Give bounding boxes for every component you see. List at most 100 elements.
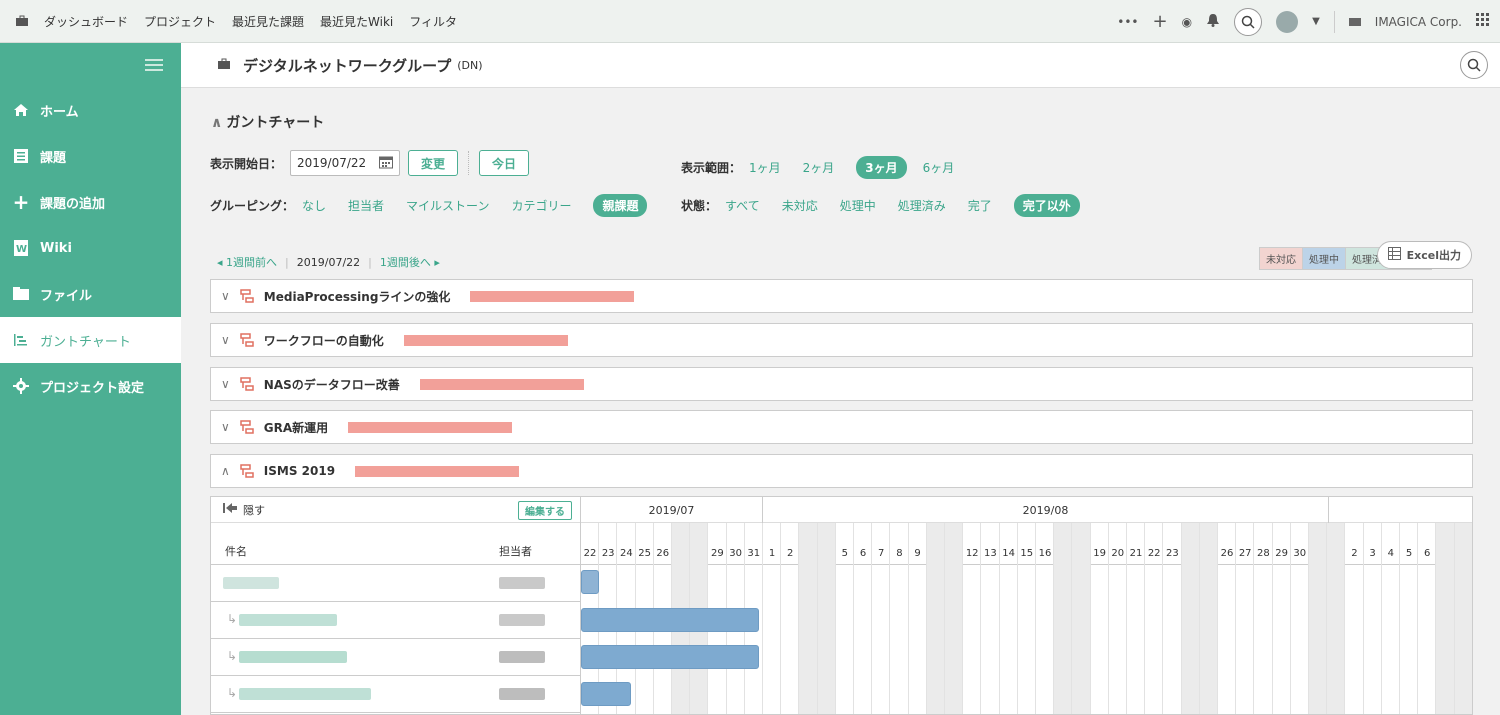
sidebar-item-files[interactable]: ファイル <box>0 271 181 317</box>
issue-title-redacted[interactable] <box>239 688 371 700</box>
day-column <box>799 523 818 714</box>
sidebar-item-gantt[interactable]: ガントチャート <box>0 317 181 363</box>
sidebar-item-label: プロジェクト設定 <box>40 380 145 396</box>
legend-open: 未対応 <box>1259 247 1303 270</box>
excel-export-button[interactable]: Excel出力 <box>1376 241 1472 269</box>
start-date-input[interactable]: 2019/07/22 <box>290 150 401 176</box>
grouping-assignee[interactable]: 担当者 <box>348 197 384 214</box>
gantt-bar[interactable] <box>581 570 599 594</box>
eye-icon[interactable]: ◉ <box>1182 15 1192 29</box>
progress-bar <box>419 378 584 390</box>
table-row[interactable] <box>211 565 580 602</box>
page-title[interactable]: ∧ ガントチャート <box>211 112 324 132</box>
status-row: 状態： すべて 未対応 処理中 処理済み 完了 完了以外 <box>681 194 1096 217</box>
next-week-link[interactable]: 1週間後へ ▸ <box>380 254 440 270</box>
gantt-bar[interactable] <box>581 645 759 669</box>
nav-projects[interactable]: プロジェクト <box>144 13 216 30</box>
range-row: 表示範囲： 1ヶ月 2ヶ月 3ヶ月 6ヶ月 <box>681 156 976 179</box>
nav-recent-issues[interactable]: 最近見た課題 <box>232 13 304 30</box>
collapse-left-icon[interactable] <box>223 502 237 517</box>
search-icon[interactable] <box>1234 7 1263 36</box>
column-subject: 件名 <box>225 545 247 558</box>
group-row[interactable]: ∨ MediaProcessingラインの強化 <box>210 279 1473 313</box>
chevron-down-icon[interactable]: ∨ <box>221 377 230 391</box>
chevron-down-icon[interactable]: ∨ <box>221 420 230 434</box>
day-column <box>926 523 945 714</box>
range-6months[interactable]: 6ヶ月 <box>923 159 955 176</box>
range-3months[interactable]: 3ヶ月 <box>856 156 907 179</box>
grouping-none[interactable]: なし <box>302 197 326 214</box>
calendar-icon[interactable] <box>379 155 394 172</box>
chevron-down-icon[interactable]: ▼ <box>1312 16 1320 27</box>
start-date-label: 表示開始日： <box>210 156 283 171</box>
day-column <box>1254 523 1273 714</box>
group-row[interactable]: ∧ ISMS 2019 <box>210 454 1473 488</box>
bell-icon[interactable] <box>1206 13 1220 30</box>
parent-issue-icon <box>240 420 254 434</box>
group-name: MediaProcessingラインの強化 <box>263 289 451 304</box>
gantt-column-header: 件名 担当者 <box>211 523 580 565</box>
group-row[interactable]: ∨ NASのデータフロー改善 <box>210 367 1473 401</box>
grouping-parent-issue[interactable]: 親課題 <box>593 194 648 217</box>
sidebar-item-label: 課題 <box>40 150 67 166</box>
gantt-grid: 隠す 編集する 件名 担当者 ↳ ↳ ↳ 2019/07 2019/08 22 … <box>210 496 1473 715</box>
sidebar-item-issues[interactable]: 課題 <box>0 133 181 179</box>
project-key: (DN) <box>457 58 483 72</box>
day-column <box>1036 523 1055 714</box>
wiki-icon: W <box>12 240 30 256</box>
issue-title-redacted[interactable] <box>239 614 337 626</box>
day-column <box>981 523 1000 714</box>
nav-dashboard[interactable]: ダッシュボード <box>44 13 128 30</box>
more-icon[interactable]: ••• <box>1117 15 1138 29</box>
status-resolved[interactable]: 処理済み <box>898 197 946 214</box>
grouping-category[interactable]: カテゴリー <box>511 197 571 214</box>
divider <box>468 151 470 175</box>
chevron-down-icon[interactable]: ∨ <box>221 333 230 347</box>
nav-filter[interactable]: フィルタ <box>409 13 457 30</box>
chevron-up-icon[interactable]: ∧ <box>221 464 230 478</box>
group-row[interactable]: ∨ ワークフローの自動化 <box>210 323 1473 357</box>
prev-week-link[interactable]: ◂ 1週間前へ <box>217 254 277 270</box>
table-row[interactable]: ↳ <box>211 676 580 713</box>
plus-icon[interactable]: + <box>1153 11 1168 32</box>
org-name[interactable]: IMAGICA Corp. <box>1375 15 1462 29</box>
hamburger-menu-icon[interactable] <box>0 43 181 87</box>
range-2months[interactable]: 2ヶ月 <box>803 159 835 176</box>
table-row[interactable]: ↳ <box>211 602 580 639</box>
project-name[interactable]: デジタルネットワークグループ <box>243 55 451 76</box>
hide-link[interactable]: 隠す <box>243 502 265 518</box>
status-open[interactable]: 未対応 <box>782 197 818 214</box>
issue-title-redacted[interactable] <box>239 651 347 663</box>
issue-title-redacted[interactable] <box>223 577 279 589</box>
chevron-down-icon[interactable]: ∨ <box>221 289 230 303</box>
gantt-bar[interactable] <box>581 608 759 632</box>
parent-issue-icon <box>240 377 254 391</box>
sidebar-item-home[interactable]: ホーム <box>0 87 181 133</box>
range-1month[interactable]: 1ヶ月 <box>749 159 781 176</box>
group-row[interactable]: ∨ GRA新運用 <box>210 410 1473 444</box>
sidebar-item-add-issue[interactable]: + 課題の追加 <box>0 179 181 225</box>
status-in-progress[interactable]: 処理中 <box>840 197 876 214</box>
sidebar-item-settings[interactable]: プロジェクト設定 <box>0 363 181 409</box>
day-column <box>1364 523 1382 714</box>
change-button[interactable]: 変更 <box>408 150 459 176</box>
sidebar-item-wiki[interactable]: W Wiki <box>0 225 181 271</box>
day-column <box>872 523 891 714</box>
grouping-milestone[interactable]: マイルストーン <box>406 197 489 214</box>
status-not-closed[interactable]: 完了以外 <box>1013 194 1080 217</box>
apps-grid-icon[interactable] <box>1476 13 1490 30</box>
briefcase-icon[interactable] <box>0 15 44 27</box>
legend-in-progress: 処理中 <box>1302 247 1346 270</box>
status-all[interactable]: すべて <box>725 197 760 214</box>
search-icon[interactable] <box>1460 51 1488 79</box>
folder-icon <box>12 287 30 301</box>
briefcase-icon <box>217 58 231 73</box>
gantt-bar[interactable] <box>581 682 631 706</box>
nav-recent-wiki[interactable]: 最近見たWiki <box>320 13 393 30</box>
today-button[interactable]: 今日 <box>479 150 530 176</box>
edit-button[interactable]: 編集する <box>518 501 572 520</box>
avatar[interactable] <box>1276 10 1299 33</box>
status-closed[interactable]: 完了 <box>968 197 992 214</box>
table-row[interactable]: ↳ <box>211 639 580 676</box>
day-column <box>1345 523 1364 714</box>
